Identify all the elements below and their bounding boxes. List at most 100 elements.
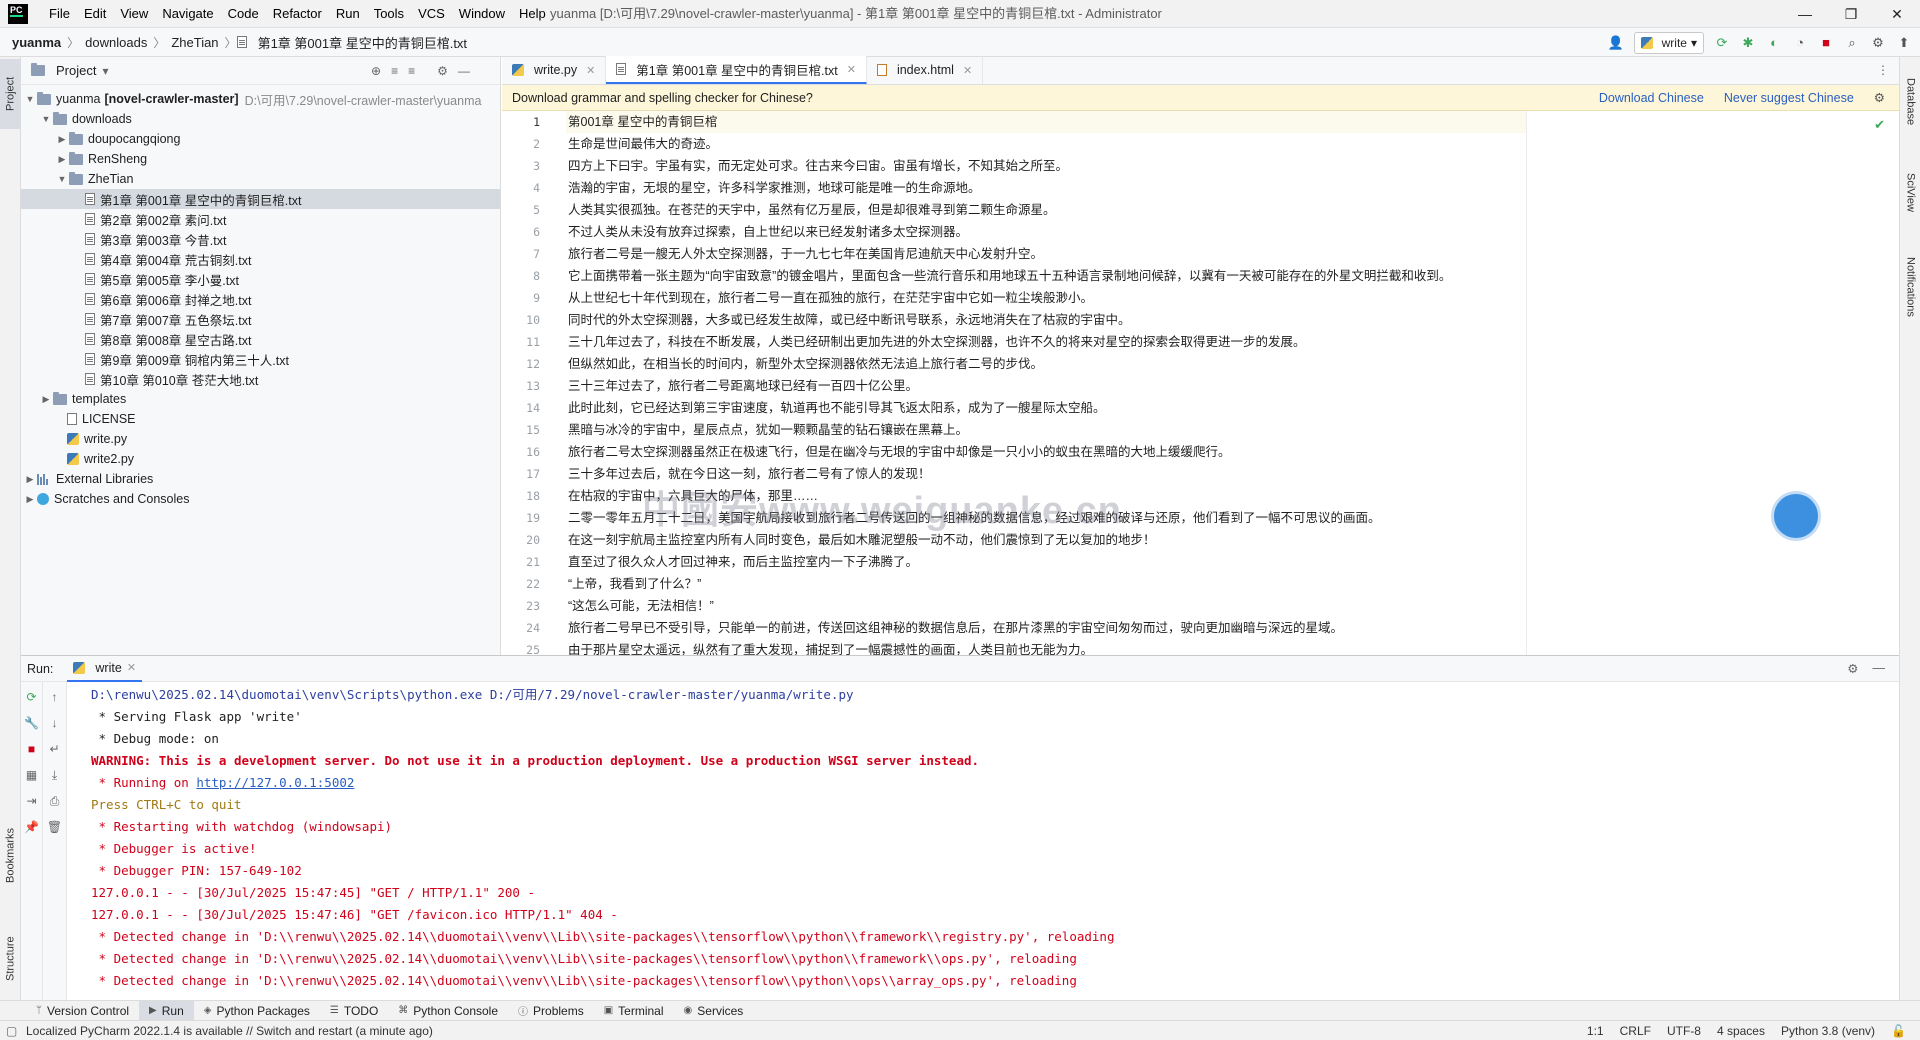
locate-icon[interactable]: ⊕ [371, 64, 381, 78]
tree-item-file[interactable]: 第2章 第002章 素问.txt [21, 209, 500, 229]
editor-content[interactable]: 第001章 星空中的青铜巨棺 生命是世间最伟大的奇迹。 四方上下曰宇。宇虽有实，而无… [566, 111, 1526, 655]
menu-edit[interactable]: Edit [77, 0, 113, 28]
collapse-all-icon[interactable]: ≡ [408, 64, 415, 78]
layout-icon[interactable]: ▦ [21, 764, 42, 786]
menu-vcs[interactable]: VCS [411, 0, 452, 28]
tool-tab-version-control[interactable]: ᛘ Version Control [26, 1001, 139, 1021]
download-chinese-link[interactable]: Download Chinese [1599, 91, 1704, 105]
editor-line[interactable]: 旅行者二号是一艘无人外太空探测器，于一九七七年在美国肯尼迪航天中心发射升空。 [566, 243, 1526, 265]
tree-item-write2-py[interactable]: write2.py [21, 449, 500, 469]
trash-icon[interactable]: 🗑 [43, 816, 66, 838]
editor-line[interactable]: 生命是世间最伟大的奇迹。 [566, 133, 1526, 155]
editor-line[interactable]: 黑暗与冰冷的宇宙中，星辰点点，犹如一颗颗晶莹的钻石镶嵌在黑幕上。 [566, 419, 1526, 441]
tree-item-write-py[interactable]: write.py [21, 429, 500, 449]
soft-wrap-icon[interactable]: ↵ [43, 738, 66, 760]
tabs-menu-icon[interactable]: ⋮ [1877, 63, 1889, 77]
tree-item-downloads[interactable]: ▼ downloads [21, 109, 500, 129]
expand-all-icon[interactable]: ≡ [391, 64, 398, 78]
tool-tab-todo[interactable]: ☰ TODO [320, 1001, 388, 1021]
stop-icon[interactable]: ■ [1818, 35, 1834, 51]
editor-line[interactable]: 直至过了很久众人才回过神来，而后主监控室内一下子沸腾了。 [566, 551, 1526, 573]
chevron-down-icon[interactable]: ▼ [55, 174, 69, 184]
chevron-down-icon[interactable]: ▼ [39, 114, 53, 124]
breadcrumb-file[interactable]: 第1章 第001章 星空中的青铜巨棺.txt [252, 33, 473, 52]
gear-icon[interactable]: ⚙ [1874, 90, 1885, 105]
user-icon[interactable]: 👤 [1608, 35, 1624, 51]
restore-button[interactable]: ❐ [1828, 0, 1874, 28]
gear-icon[interactable]: ⚙ [1847, 661, 1858, 676]
floating-assistant-icon[interactable] [1774, 494, 1818, 538]
bookmarks-tool-tab[interactable]: Bookmarks [0, 815, 21, 895]
database-tool-tab[interactable]: Database [1900, 67, 1920, 137]
console-output[interactable]: D:\renwu\2025.02.14\duomotai\venv\Script… [91, 684, 1891, 1001]
editor-line[interactable]: 不过人类从未没有放弃过探索，自上世纪以来已经发射诸多太空探测器。 [566, 221, 1526, 243]
tree-item-file-selected[interactable]: 第1章 第001章 星空中的青铜巨棺.txt [21, 189, 500, 209]
hide-icon[interactable]: — [1873, 661, 1886, 676]
tool-tab-python-packages[interactable]: ◈ Python Packages [194, 1001, 320, 1021]
editor-line[interactable]: “上帝，我看到了什么？” [566, 573, 1526, 595]
menu-file[interactable]: File [42, 0, 77, 28]
chevron-right-icon[interactable]: ▶ [23, 494, 37, 505]
editor-line[interactable]: 但纵然如此，在相当长的时间内，新型外太空探测器依然无法追上旅行者二号的步伐。 [566, 353, 1526, 375]
status-panel-icon[interactable]: ▢ [6, 1024, 17, 1038]
text-editor[interactable]: 1 2 3 4 5 6 7 8 9 10 11 12 13 14 15 16 17 18 19 20 21 22 23 24 2… [502, 111, 1899, 655]
tool-tab-terminal[interactable]: ▣ Terminal [594, 1001, 674, 1021]
tab-write-py[interactable]: write.py ✕ [502, 56, 607, 84]
arrow-up-icon[interactable]: ↑ [43, 686, 66, 708]
tool-tab-services[interactable]: ◉ Services [674, 1001, 754, 1021]
menu-view[interactable]: View [113, 0, 155, 28]
editor-line[interactable]: 由于那片星空太遥远，纵然有了重大发现，捕捉到了一幅震撼性的画面，人类目前也无能为… [566, 639, 1526, 655]
editor-line[interactable]: 三十几年过去了，科技在不断发展，人类已经研制出更加先进的外太空探测器，也许不久的… [566, 331, 1526, 353]
coverage-icon[interactable]: ◐ [1766, 35, 1782, 51]
file-encoding[interactable]: UTF-8 [1667, 1024, 1701, 1038]
chevron-right-icon[interactable]: ▶ [23, 474, 37, 485]
tree-item-file[interactable]: 第9章 第009章 铜棺内第三十人.txt [21, 349, 500, 369]
menu-help[interactable]: Help [512, 0, 553, 28]
tab-index-html[interactable]: index.html ✕ [867, 56, 984, 84]
tool-tab-run[interactable]: ▶ Run [139, 1000, 194, 1021]
tool-tab-problems[interactable]: ⓘ Problems [508, 1001, 594, 1021]
minimize-button[interactable]: — [1782, 0, 1828, 28]
run-tab-write[interactable]: write ✕ [67, 656, 143, 682]
chevron-right-icon[interactable]: ▶ [39, 394, 53, 405]
menu-tools[interactable]: Tools [367, 0, 411, 28]
search-icon[interactable]: ⌕ [1844, 35, 1860, 51]
editor-line[interactable]: 从上世纪七十年代到现在，旅行者二号一直在孤独的旅行，在茫茫宇宙中它如一粒尘埃般渺… [566, 287, 1526, 309]
status-message[interactable]: Localized PyCharm 2022.1.4 is available … [26, 1024, 433, 1038]
caret-position[interactable]: 1:1 [1587, 1024, 1604, 1038]
menu-code[interactable]: Code [221, 0, 266, 28]
tree-item-root[interactable]: ▼ yuanma [novel-crawler-master] D:\可用\7.… [21, 89, 500, 109]
tree-item-file[interactable]: 第3章 第003章 今昔.txt [21, 229, 500, 249]
arrow-down-icon[interactable]: ↓ [43, 712, 66, 734]
run-configuration-select[interactable]: write ▾ [1633, 31, 1704, 54]
tree-item-file[interactable]: 第4章 第004章 荒古铜刻.txt [21, 249, 500, 269]
editor-line[interactable]: 浩瀚的宇宙，无垠的星空，许多科学家推测，地球可能是唯一的生命源地。 [566, 177, 1526, 199]
tree-item-file[interactable]: 第7章 第007章 五色祭坛.txt [21, 309, 500, 329]
editor-line[interactable]: 四方上下曰宇。宇虽有实，而无定处可求。往古来今曰宙。宙虽有增长，不知其始之所至。 [566, 155, 1526, 177]
tree-item-external-libraries[interactable]: ▶ External Libraries [21, 469, 500, 489]
exit-icon[interactable]: ⇥ [21, 790, 42, 812]
tree-item-folder[interactable]: ▶ RenSheng [21, 149, 500, 169]
tree-item-scratches[interactable]: ▶ Scratches and Consoles [21, 489, 500, 509]
editor-line[interactable]: 此时此刻，它已经达到第三宇宙速度，轨道再也不能引导其飞返太阳系，成为了一艘星际太… [566, 397, 1526, 419]
structure-tool-tab[interactable]: Structure [0, 919, 21, 999]
indent-setting[interactable]: 4 spaces [1717, 1024, 1765, 1038]
tree-item-folder[interactable]: ▼ ZheTian [21, 169, 500, 189]
chevron-right-icon[interactable]: ▶ [55, 154, 69, 165]
breadcrumb-yuanma[interactable]: yuanma [0, 35, 67, 50]
hide-icon[interactable]: — [458, 64, 470, 78]
chevron-right-icon[interactable]: ▶ [55, 134, 69, 145]
editor-line[interactable]: 同时代的外太空探测器，大多或已经发生故障，或已经中断讯号联系，永远地消失在了枯寂… [566, 309, 1526, 331]
sciview-tool-tab[interactable]: SciView [1900, 157, 1920, 227]
update-icon[interactable]: ⬆ [1896, 35, 1912, 51]
tree-item-file[interactable]: 第6章 第006章 封禅之地.txt [21, 289, 500, 309]
project-tool-tab[interactable]: Project [0, 59, 21, 129]
close-icon[interactable]: ✕ [127, 661, 136, 674]
editor-line[interactable]: 人类其实很孤独。在苍茫的天宇中，虽然有亿万星辰，但是却很难寻到第二颗生命源星。 [566, 199, 1526, 221]
print-icon[interactable]: ⎙ [43, 790, 66, 812]
project-panel-title[interactable]: Project [56, 63, 96, 78]
editor-line[interactable]: “这怎么可能，无法相信！” [566, 595, 1526, 617]
tree-item-file[interactable]: 第8章 第008章 星空古路.txt [21, 329, 500, 349]
menu-run[interactable]: Run [329, 0, 367, 28]
close-icon[interactable]: ✕ [963, 64, 972, 77]
